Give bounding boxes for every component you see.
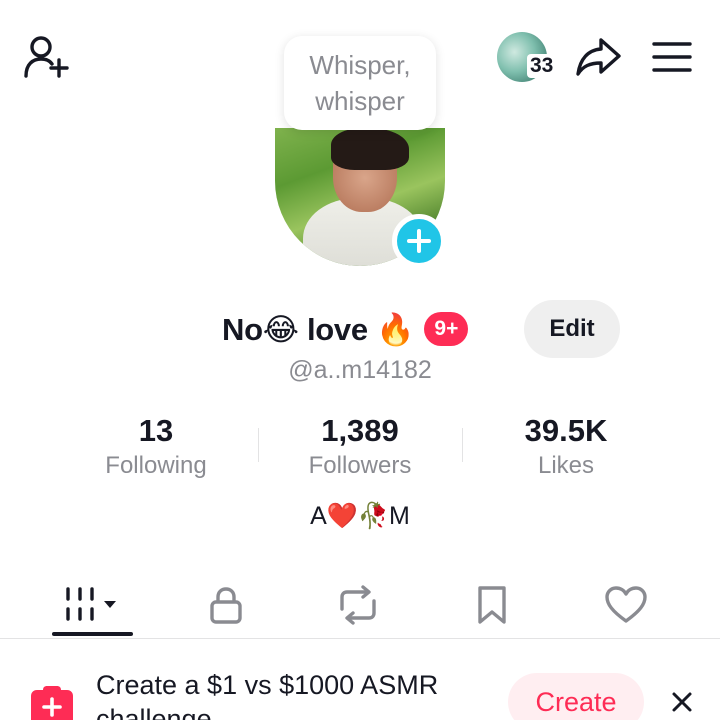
- name-row: No😂 love 🔥 9+: [222, 300, 469, 358]
- lock-icon: [210, 587, 242, 624]
- stat-value: 13: [138, 413, 174, 448]
- tab-saved[interactable]: [442, 574, 542, 636]
- stat-following[interactable]: 13 Following: [56, 412, 256, 482]
- create-challenge-icon[interactable]: [29, 684, 75, 720]
- promo-text: Create a $1 vs $1000 ASMR challenge: [96, 670, 439, 720]
- profile-avatar-container: [272, 128, 448, 268]
- edit-profile-button[interactable]: Edit: [524, 300, 620, 358]
- tabs-divider: [0, 638, 720, 639]
- bookmark-icon: [478, 586, 506, 624]
- bubble-line-1: Whisper,: [309, 50, 411, 80]
- add-friend-icon[interactable]: [22, 34, 72, 80]
- stat-value: 39.5K: [524, 413, 608, 448]
- close-icon[interactable]: [668, 688, 696, 716]
- tab-liked[interactable]: [576, 574, 676, 636]
- bubble-line-2: whisper: [315, 86, 405, 116]
- stat-value: 1,389: [321, 413, 399, 448]
- add-avatar-plus-icon[interactable]: [392, 214, 446, 268]
- create-button[interactable]: Create: [508, 673, 644, 720]
- stat-label: Following: [105, 452, 207, 479]
- bio: A❤️🥀M: [310, 502, 410, 530]
- tab-private[interactable]: [176, 574, 276, 636]
- status-bubble[interactable]: Whisper, whisper: [284, 36, 436, 130]
- stat-likes[interactable]: 39.5K Likes: [466, 412, 666, 482]
- stat-label: Likes: [537, 452, 595, 479]
- stat-followers[interactable]: 1,389 Followers: [260, 412, 460, 482]
- repost-icon: [340, 585, 376, 625]
- videos-grid-icon: [66, 587, 116, 621]
- profile-visitors-button[interactable]: 33: [497, 32, 563, 82]
- share-icon[interactable]: [574, 34, 624, 80]
- menu-icon[interactable]: [650, 38, 696, 78]
- username: @a..m14182: [288, 356, 432, 384]
- stat-divider: [258, 428, 259, 462]
- heart-icon: [605, 586, 647, 623]
- visitor-count: 33: [527, 54, 557, 78]
- active-tab-indicator: [52, 632, 133, 636]
- stat-label: Followers: [308, 452, 412, 479]
- stat-divider: [462, 428, 463, 462]
- display-name: No😂 love 🔥: [222, 311, 415, 347]
- notification-badge[interactable]: 9+: [424, 312, 469, 346]
- tab-reposts[interactable]: [308, 574, 408, 636]
- tab-videos[interactable]: [42, 574, 142, 636]
